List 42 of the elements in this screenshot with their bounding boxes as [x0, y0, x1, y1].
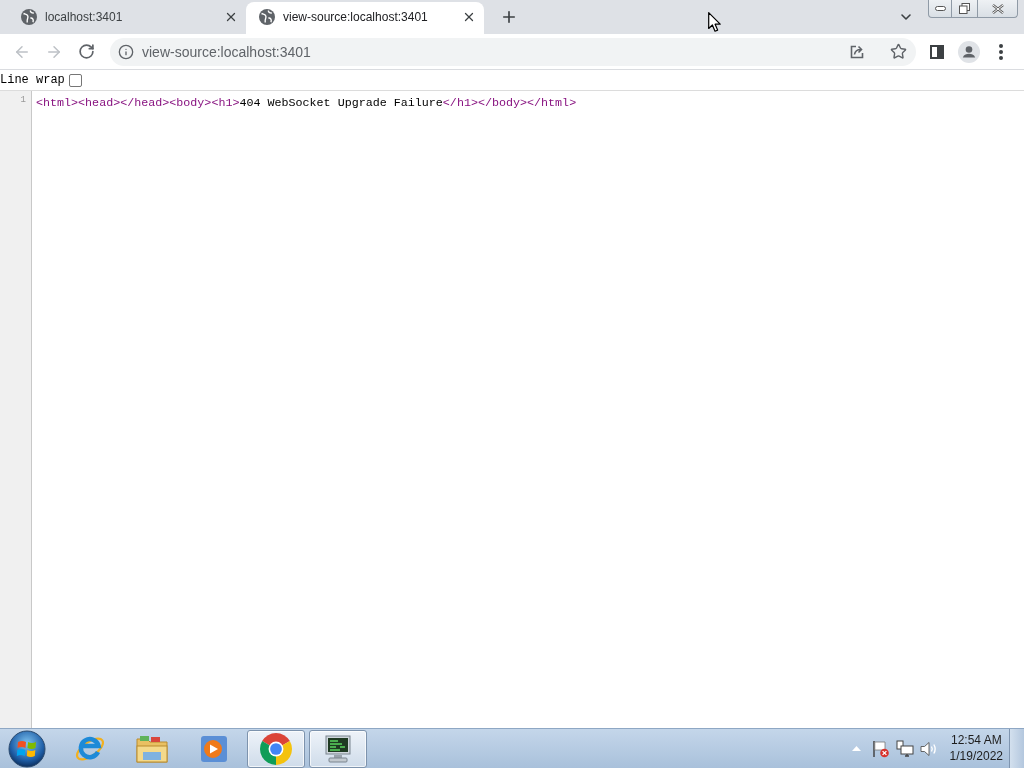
address-bar[interactable]: view-source:localhost:3401 [110, 37, 916, 66]
close-icon [462, 10, 476, 24]
close-icon [224, 10, 238, 24]
restore-icon [959, 3, 970, 14]
star-icon [889, 43, 907, 60]
browser-tab[interactable]: localhost:3401 [8, 2, 246, 34]
menu-icon [999, 43, 1003, 60]
tab-title: view-source:localhost:3401 [283, 10, 429, 24]
side-panel-icon [930, 44, 944, 59]
restore-button[interactable] [951, 0, 978, 18]
info-icon [118, 43, 134, 60]
up-triangle-icon [852, 746, 862, 751]
media-player-icon [200, 734, 228, 763]
avatar-icon [958, 40, 980, 63]
plus-icon [500, 8, 518, 26]
browser-tab[interactable]: view-source:localhost:3401 [246, 2, 484, 34]
chrome-logo-icon [260, 732, 292, 765]
mouse-pointer-icon [708, 12, 721, 32]
share-icon [849, 43, 865, 60]
minimize-icon [934, 6, 946, 11]
clock-date: 1/19/2022 [949, 750, 1003, 763]
tab-title: localhost:3401 [45, 10, 124, 24]
close-window-button[interactable] [977, 0, 1018, 18]
speaker-icon [919, 740, 938, 757]
monitor-icon [322, 733, 354, 764]
minimize-button[interactable] [928, 0, 952, 18]
flag-icon [871, 739, 890, 758]
line-wrap-checkbox[interactable] [68, 73, 82, 87]
monitor-taskbar-button[interactable] [309, 729, 367, 768]
network-icon [895, 739, 914, 758]
line-wrap-label: Line wrap [0, 73, 65, 87]
clock[interactable]: 12:54 AM 1/19/2022 [941, 729, 1009, 768]
line-number: 1 [20, 95, 26, 105]
clock-time: 12:54 AM [950, 734, 1002, 747]
globe-icon [259, 9, 275, 25]
reload-icon [77, 43, 95, 60]
close-icon [991, 3, 1004, 14]
chrome-taskbar-button[interactable] [247, 729, 305, 768]
start-orb-icon [8, 729, 46, 768]
source-code-line: <html><head></head><body><h1>404 WebSocket Upgrade Failure</h1></body></html> [36, 95, 577, 111]
globe-icon [21, 9, 37, 25]
folder-icon [135, 733, 169, 764]
